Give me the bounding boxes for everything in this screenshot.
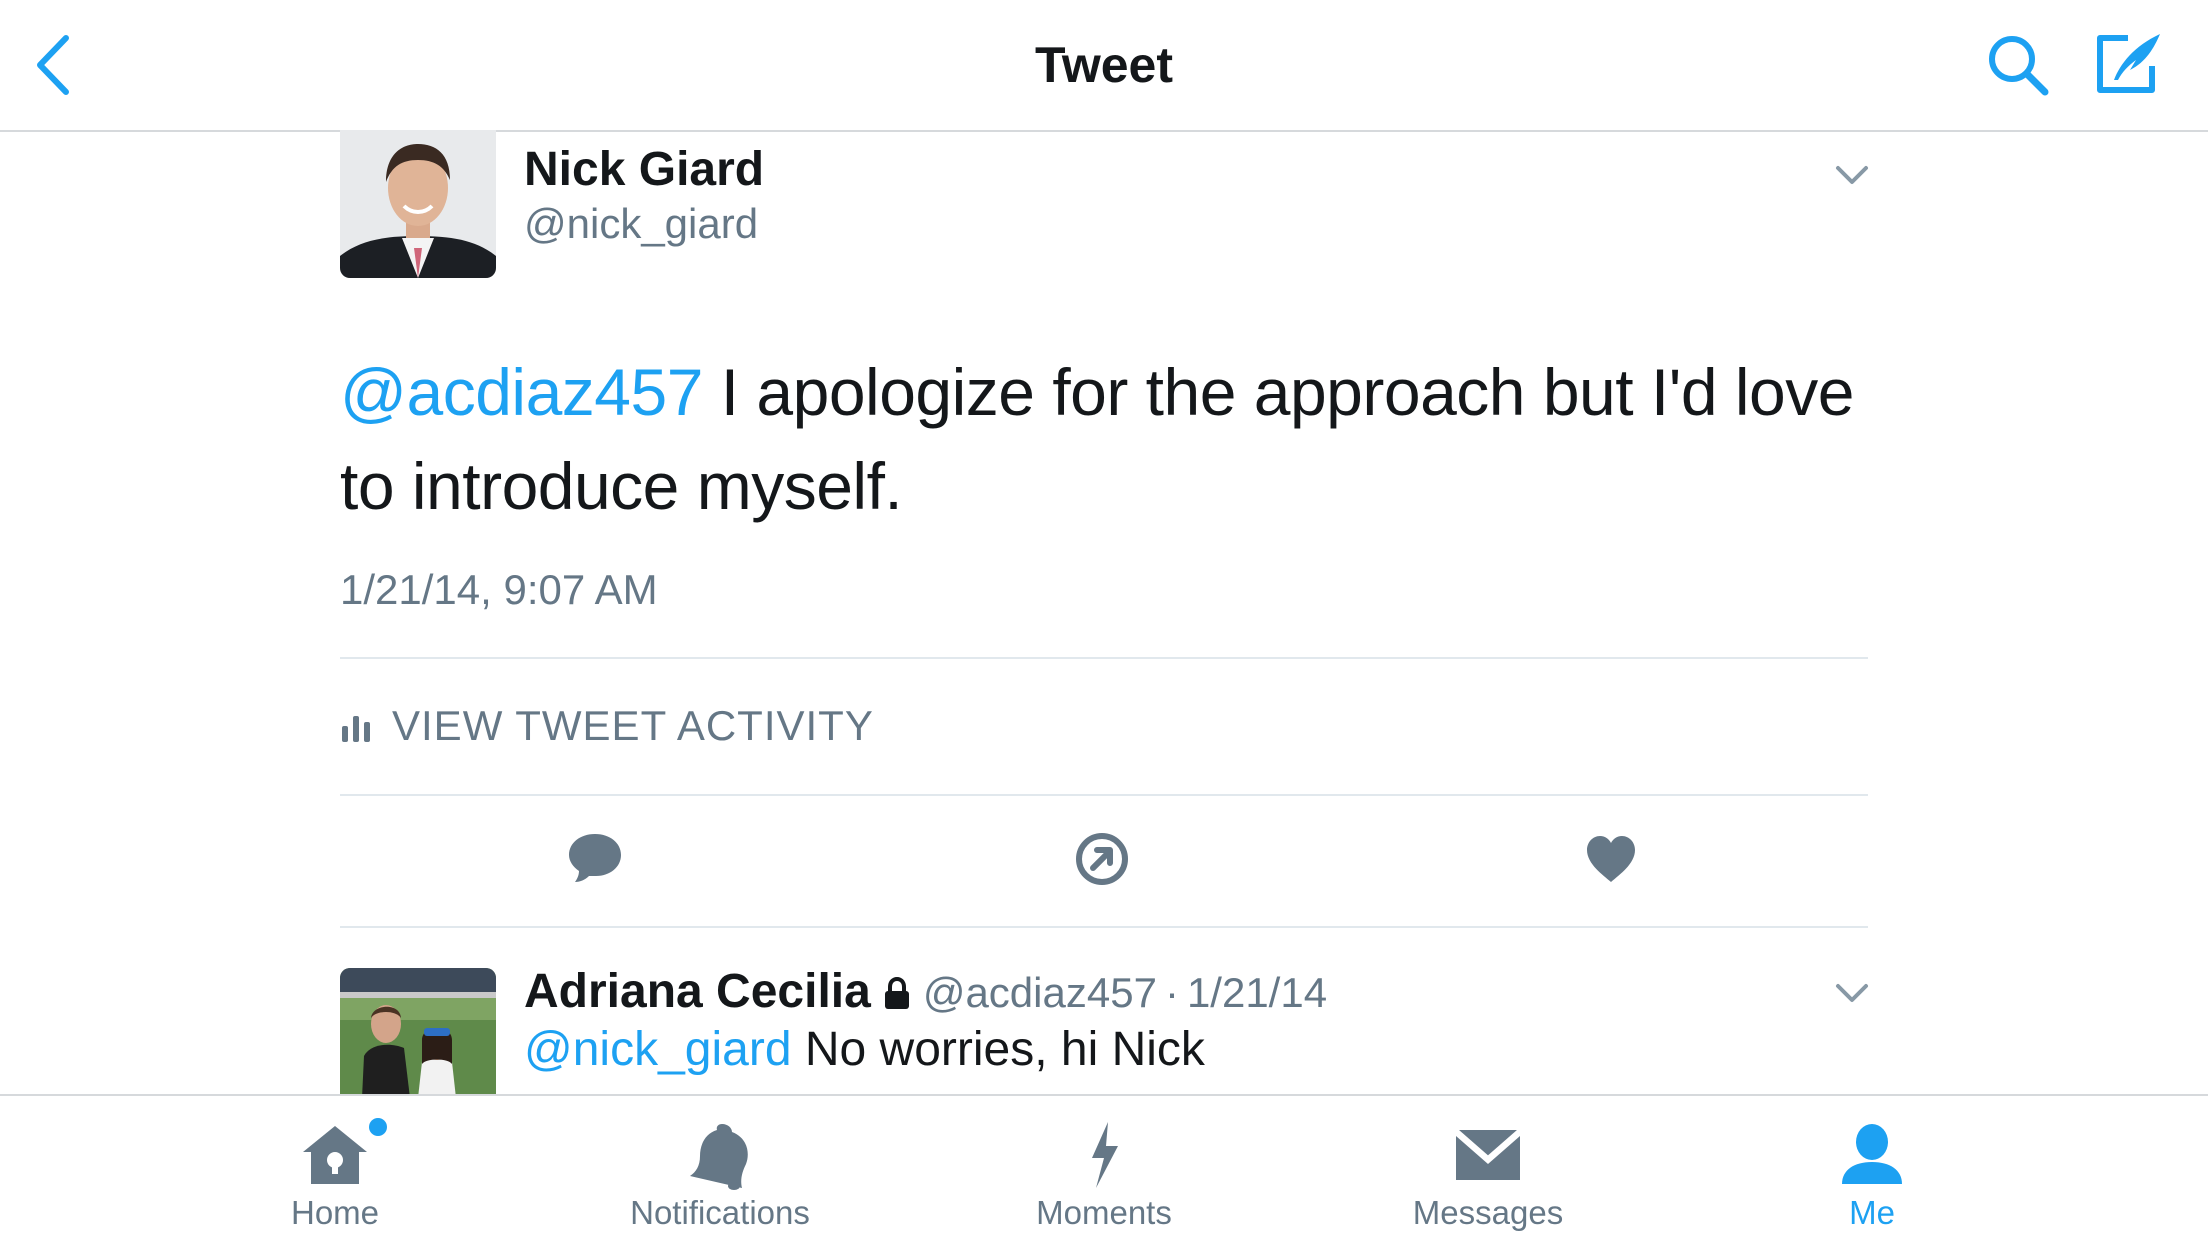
divider [340,926,1868,928]
tweet-text: @acdiaz457 I apologize for the approach … [340,345,1880,533]
author-handle[interactable]: @nick_giard [524,200,758,248]
tweet-options-button[interactable] [1832,162,1872,188]
like-button[interactable] [1583,832,1639,886]
tab-me[interactable]: Me [1722,1096,2022,1242]
tweet-timestamp: 1/21/14, 9:07 AM [340,566,658,613]
author-avatar[interactable] [340,130,496,278]
retweet-button[interactable] [1074,832,1130,886]
compose-tweet-button[interactable] [2094,28,2166,98]
tab-notifications-label: Notifications [630,1194,810,1231]
reply-button[interactable] [567,830,623,884]
top-nav-bar: Tweet [0,0,2208,132]
reply-text: @nick_giard No worries, hi Nick [524,1022,1205,1077]
author-name[interactable]: Nick Giard [524,142,764,197]
reply-author-handle[interactable]: @acdiaz457 [923,969,1157,1017]
tab-notifications[interactable]: Notifications [570,1096,870,1242]
lightning-icon [1092,1122,1118,1188]
home-notification-dot [369,1118,387,1136]
chevron-down-icon [1836,166,1868,184]
divider [340,657,1868,659]
reply-date: 1/21/14 [1186,969,1328,1016]
divider [340,794,1868,796]
author-avatar-photo [340,130,496,278]
search-icon [1989,36,2049,96]
person-icon [1842,1124,1902,1184]
search-button[interactable] [1985,32,2051,98]
tab-moments[interactable]: Moments [954,1096,1254,1242]
view-tweet-activity-label: VIEW TWEET ACTIVITY [392,702,874,749]
reply-icon [569,834,621,882]
like-icon [1587,836,1635,882]
reply-options-button[interactable] [1832,980,1872,1006]
chevron-down-icon [1836,984,1868,1002]
lock-icon [884,977,909,1009]
tab-home-label: Home [290,1194,380,1231]
reply-mention-link[interactable]: @nick_giard [524,1023,792,1076]
home-icon [303,1126,367,1184]
bottom-tab-bar: Home Notifications Moments Messages Me [0,1094,2208,1242]
reply-author-avatar[interactable] [340,968,496,1098]
tab-home[interactable]: Home [185,1096,485,1242]
reply-body: No worries, hi Nick [791,1023,1205,1076]
bar-chart-icon [342,716,370,742]
reply-header: Adriana Cecilia @acdiaz457 · 1/21/14 [524,964,1327,1024]
compose-tweet-icon [2097,34,2160,93]
tweet-mention-link[interactable]: @acdiaz457 [340,355,703,429]
retweet-icon [1076,833,1128,885]
tab-messages[interactable]: Messages [1338,1096,1638,1242]
bell-icon [690,1124,748,1190]
reply-author-name[interactable]: Adriana Cecilia [524,964,871,1019]
page-title: Tweet [1035,37,1173,93]
view-tweet-activity-button[interactable]: VIEW TWEET ACTIVITY [340,700,874,752]
tab-moments-label: Moments [1036,1194,1172,1231]
reply-separator: · [1164,969,1179,1016]
reply-author-avatar-photo [340,968,496,1098]
tab-messages-label: Messages [1412,1194,1564,1231]
envelope-icon [1454,1128,1522,1180]
tab-me-label: Me [1849,1194,1895,1231]
